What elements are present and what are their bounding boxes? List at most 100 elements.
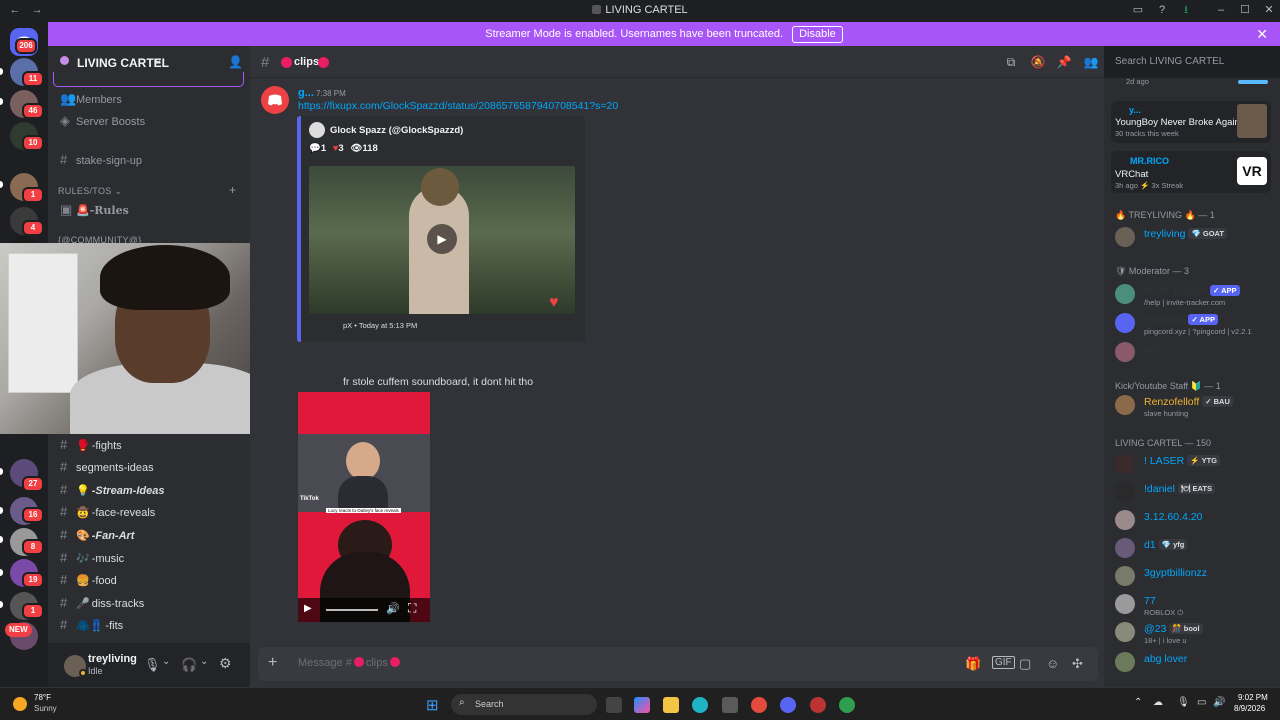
seek-bar[interactable] (326, 609, 378, 611)
member-item[interactable]: d1 💎 yfg (1115, 536, 1275, 562)
channel-rules[interactable]: ▣ 🚨-Rules (54, 199, 244, 221)
network-icon[interactable]: ▭ (1197, 697, 1206, 708)
server-badge: 10 (22, 135, 44, 151)
edge-icon[interactable] (692, 697, 708, 713)
close-window-icon[interactable]: ✕ (1262, 3, 1276, 17)
member-item[interactable]: ! LASER ⚡ YTG (1115, 452, 1275, 478)
gear-icon[interactable]: ⚙ (219, 655, 232, 672)
gif-icon[interactable]: GIF (992, 656, 1015, 669)
inbox-icon[interactable]: ▭ (1131, 3, 1145, 17)
mute-bell-icon[interactable]: 🔕 (1030, 55, 1046, 69)
gift-icon[interactable]: 🎁 (965, 656, 981, 672)
channel-item[interactable]: # 🧥👖 -fits (54, 614, 244, 636)
chrome-icon[interactable] (751, 697, 767, 713)
channel-stake-sign-up[interactable]: # stake-sign-up (54, 149, 244, 171)
server-badge: 46 (22, 103, 44, 119)
member-item[interactable]: Invite Tracker ✓ APP/help | invite-tracke… (1115, 282, 1275, 308)
pin-icon[interactable]: 📌 (1056, 55, 1072, 69)
apps-icon[interactable]: ✣ (1072, 656, 1083, 672)
channel-members[interactable]: 👥Members (54, 88, 244, 110)
channel-item[interactable]: # 🍔 -food (54, 569, 244, 591)
embed-author[interactable]: Glock Spazz (@GlockSpazzd) (330, 125, 463, 136)
member-item[interactable]: treyliving 💎 GOAT (1115, 225, 1275, 251)
maximize-icon[interactable]: ☐ (1238, 3, 1252, 17)
disable-streamer-mode-button[interactable]: Disable (792, 26, 843, 43)
member-item[interactable]: 77 ROBLOX ⏻ (1115, 592, 1275, 618)
fullscreen-icon[interactable]: ⛶ (408, 601, 416, 616)
minimize-icon[interactable]: – (1214, 3, 1228, 17)
help-icon[interactable]: ? (1155, 3, 1169, 17)
emoji-icon[interactable]: ☺ (1046, 656, 1059, 671)
member-name: Invite Tracker (1144, 285, 1208, 297)
sticker-icon[interactable]: ▢ (1019, 656, 1031, 672)
microphone-icon[interactable]: 🎙 (144, 657, 161, 673)
add-channel-icon[interactable]: + (229, 183, 236, 197)
chrome-profile-icon[interactable] (810, 697, 826, 713)
add-member-icon[interactable]: 👤 (228, 55, 243, 69)
store-icon[interactable] (722, 697, 738, 713)
user-name: treyliving (88, 653, 137, 665)
search-input[interactable]: Search LIVING CARTEL (1108, 52, 1272, 72)
member-item[interactable]: Renzofelloff ✓ BAU slave hunting (1115, 393, 1275, 419)
member-item[interactable]: 3.12.60.4.20 (1115, 508, 1275, 534)
channel-item[interactable]: # 🎶 -music (54, 547, 244, 569)
member-item[interactable]: 3gyptbillionzz (1115, 564, 1275, 590)
chevron-down-icon[interactable]: ⌄ (200, 656, 208, 667)
discord-taskbar-icon[interactable] (780, 697, 796, 713)
cloud-icon[interactable]: ☁ (1153, 697, 1163, 708)
channel-item[interactable]: # 🥊 -fights (54, 434, 244, 456)
message-composer[interactable]: + Message # clips 🎁 GIF ▢ ☺ ✣ (258, 647, 1098, 681)
headphones-icon[interactable]: 🎧 (181, 657, 197, 673)
weather-icon[interactable] (13, 697, 27, 711)
new-servers-badge[interactable]: NEW (5, 623, 32, 637)
member-item[interactable]: !daniel 🍽 EATS (1115, 480, 1275, 506)
activity-card[interactable]: MR.RICO VRChat 3h ago ⚡ 3x Streak VR (1111, 151, 1271, 193)
member-item[interactable]: Pingcord ✓ APP pingcord.xyz | ?pingcord | … (1115, 311, 1275, 337)
category-rules[interactable]: RULES/TOS ⌄ (58, 186, 122, 197)
channel-item[interactable]: # 🎤 diss-tracks (54, 592, 244, 614)
file-explorer-icon[interactable] (663, 697, 679, 713)
channel-item[interactable]: # 🎨 -Fan-Art (54, 524, 244, 546)
channel-item[interactable]: # segments-ideas (54, 456, 244, 478)
copilot-icon[interactable] (634, 697, 650, 713)
clock-date[interactable]: 8/9/2026 (1234, 704, 1265, 713)
volume-icon[interactable]: 🔊 (386, 602, 400, 615)
volume-icon[interactable]: 🔊 (1213, 697, 1225, 708)
message-author[interactable]: g... (298, 87, 314, 99)
avatar[interactable] (261, 86, 289, 114)
add-attachment-icon[interactable]: + (268, 654, 277, 672)
windows-start-icon[interactable]: ⊞ (426, 696, 439, 714)
clock-time[interactable]: 9:02 PM (1238, 693, 1268, 702)
play-icon[interactable]: ▶ (427, 224, 457, 254)
close-banner-icon[interactable]: ✕ (1256, 22, 1268, 46)
task-view-icon[interactable] (606, 697, 622, 713)
members-icon: 👥 (60, 91, 77, 106)
microphone-icon[interactable]: 🎙 (1177, 697, 1190, 708)
member-name: d1 (1144, 539, 1156, 551)
member-list-icon[interactable]: 👥 (1083, 55, 1099, 69)
threads-icon[interactable]: ⧉ (1003, 55, 1019, 69)
channel-item[interactable]: # 🤠 -face-reveals (54, 501, 244, 523)
chevron-down-icon[interactable]: ⌄ (162, 656, 170, 667)
channel-emoji: 🎶 (76, 553, 90, 565)
channel-server-boosts[interactable]: ◈ Server Boosts (54, 110, 244, 132)
member-name: certs (1144, 343, 1167, 355)
message-link[interactable]: https://fixupx.com/GlockSpazzd/status/20… (298, 100, 618, 112)
embed-video[interactable]: ▶ ♥ (309, 166, 575, 314)
member-item[interactable]: abg lover (1115, 650, 1275, 676)
member-role-header: LIVING CARTEL — 150 (1115, 438, 1212, 448)
member-status-text: pingcord.xyz | ?pingcord | v2.2.1 (1144, 327, 1252, 336)
channel-item[interactable]: # 💡 -Stream-Ideas (54, 479, 244, 501)
play-icon[interactable]: ▶ (304, 603, 312, 614)
activity-card[interactable]: y... YoungBoy Never Broke Again 30 track… (1111, 101, 1271, 143)
tiktok-video[interactable]: TikTok Lucy reacts to Oatley's face reve… (298, 392, 430, 622)
avatar (1115, 227, 1135, 247)
member-item[interactable]: certs (1115, 340, 1275, 366)
siren-icon: 🚨 (76, 205, 90, 217)
chrome-profile-icon[interactable] (839, 697, 855, 713)
chevron-up-icon[interactable]: ⌃ (1134, 697, 1142, 708)
download-icon[interactable]: ⭳ (1179, 3, 1193, 17)
channel-label: -fights (91, 440, 122, 452)
taskbar-search[interactable]: ⌕ Search (451, 694, 597, 715)
member-item[interactable]: @23 🎊 bool 18+ | i love u (1115, 620, 1275, 646)
